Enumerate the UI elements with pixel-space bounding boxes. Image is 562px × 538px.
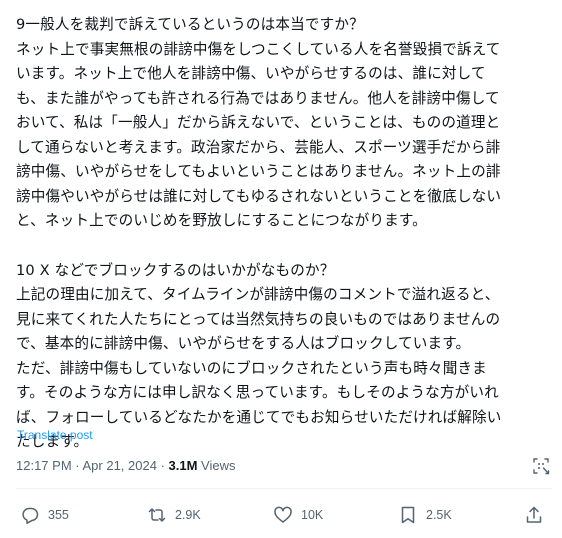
tweet-line: 9一般人を裁判で訴えているというのは本当ですか？ [16, 16, 364, 33]
translate-post-link[interactable]: Translate post [17, 428, 93, 442]
share-icon [526, 506, 542, 523]
tweet-text: 9一般人を裁判で訴えているというのは本当ですか？ ネット上で事実無根の誹謗中傷を… [16, 13, 556, 455]
tweet-line: 謗中傷、いやがらせをしてもよいということはありません。ネット上の誹 [16, 163, 501, 180]
tweet-line: ただ、誹謗中傷もしていないのにブロックされたという声も時々聞きま [16, 359, 487, 377]
tweet-paragraph-1: 9一般人を裁判で訴えているというのは本当ですか？ ネット上で事実無根の誹謗中傷を… [16, 13, 556, 234]
tweet-line: たします。 [16, 433, 89, 450]
views-label: Views [197, 458, 236, 473]
tweet-line: います。ネット上で他人を誹謗中傷、いやがらせするのは、誰に対して [16, 65, 486, 82]
bookmark-icon [401, 506, 415, 524]
tweet-line: ネット上で事実無根の誹謗中傷をしつこくしている人を名誉毀損で訴えて [16, 40, 501, 58]
action-bar: 355 2.9K 10K 2.5K [0, 500, 562, 530]
tweet-line: と、ネット上でのいじめを野放しにすることにつながります。 [16, 212, 427, 229]
tweet-line: 10 X などでブロックするのはいかがなものか？ [16, 261, 335, 279]
retweet-icon [148, 508, 166, 522]
share-button[interactable] [524, 504, 544, 526]
retweet-count: 2.9K [175, 508, 201, 522]
like-button[interactable]: 10K [273, 504, 323, 526]
tweet: 9一般人を裁判で訴えているというのは本当ですか？ ネット上で事実無根の誹謗中傷を… [0, 0, 562, 538]
meta-separator: · [156, 458, 169, 473]
meta-separator: · [71, 458, 83, 473]
tweet-line: 見に来てくれた人たちにとっては当然気持ちの良いものではありませんの [16, 310, 501, 328]
retweet-button[interactable]: 2.9K [147, 504, 201, 526]
tweet-line: 上記の理由に加えて、タイムラインが誹謗中傷のコメントで溢れ返ると、 [16, 286, 500, 303]
bookmark-button[interactable]: 2.5K [398, 504, 452, 526]
bookmark-count: 2.5K [426, 508, 452, 522]
reply-button[interactable]: 355 [20, 504, 69, 526]
tweet-line: す。そのような方には申し訳なく思っています。もしそのような方がいれ [16, 384, 499, 401]
divider [16, 488, 552, 489]
post-date[interactable]: Apr 21, 2024 [83, 458, 157, 473]
tweet-line: して通らないと考えます。政治家だから、芸能人、スポーツ選手だから誹 [16, 138, 501, 156]
tweet-metadata: 12:17 PM · Apr 21, 2024 · 3.1M Views [16, 458, 235, 473]
like-count: 10K [301, 508, 324, 522]
post-time[interactable]: 12:17 PM [16, 458, 72, 473]
tweet-paragraph-2: 10 X などでブロックするのはいかがなものか？ 上記の理由に加えて、タイムライ… [16, 259, 556, 455]
tweet-line: ば、フォローしているどなたかを通じてでもお知らせいただければ解除い [16, 408, 502, 426]
analytics-icon[interactable] [531, 456, 551, 476]
views-count: 3.1M [168, 458, 198, 473]
heart-icon [274, 506, 292, 523]
tweet-line: も、また誰がやっても許される行為ではありません。他人を誹謗中傷して [16, 89, 500, 107]
reply-count: 355 [48, 508, 69, 522]
reply-icon [22, 507, 39, 524]
tweet-line: 謗中傷やいやがらせは誰に対してもゆるされないということを徹底しない [16, 187, 502, 205]
tweet-line: で、基本的に誹謗中傷、いやがらせをする人はブロックしています。 [16, 335, 471, 352]
tweet-line: おいて、私は「一般人」だから訴えないで、ということは、ものの道理と [16, 114, 501, 131]
